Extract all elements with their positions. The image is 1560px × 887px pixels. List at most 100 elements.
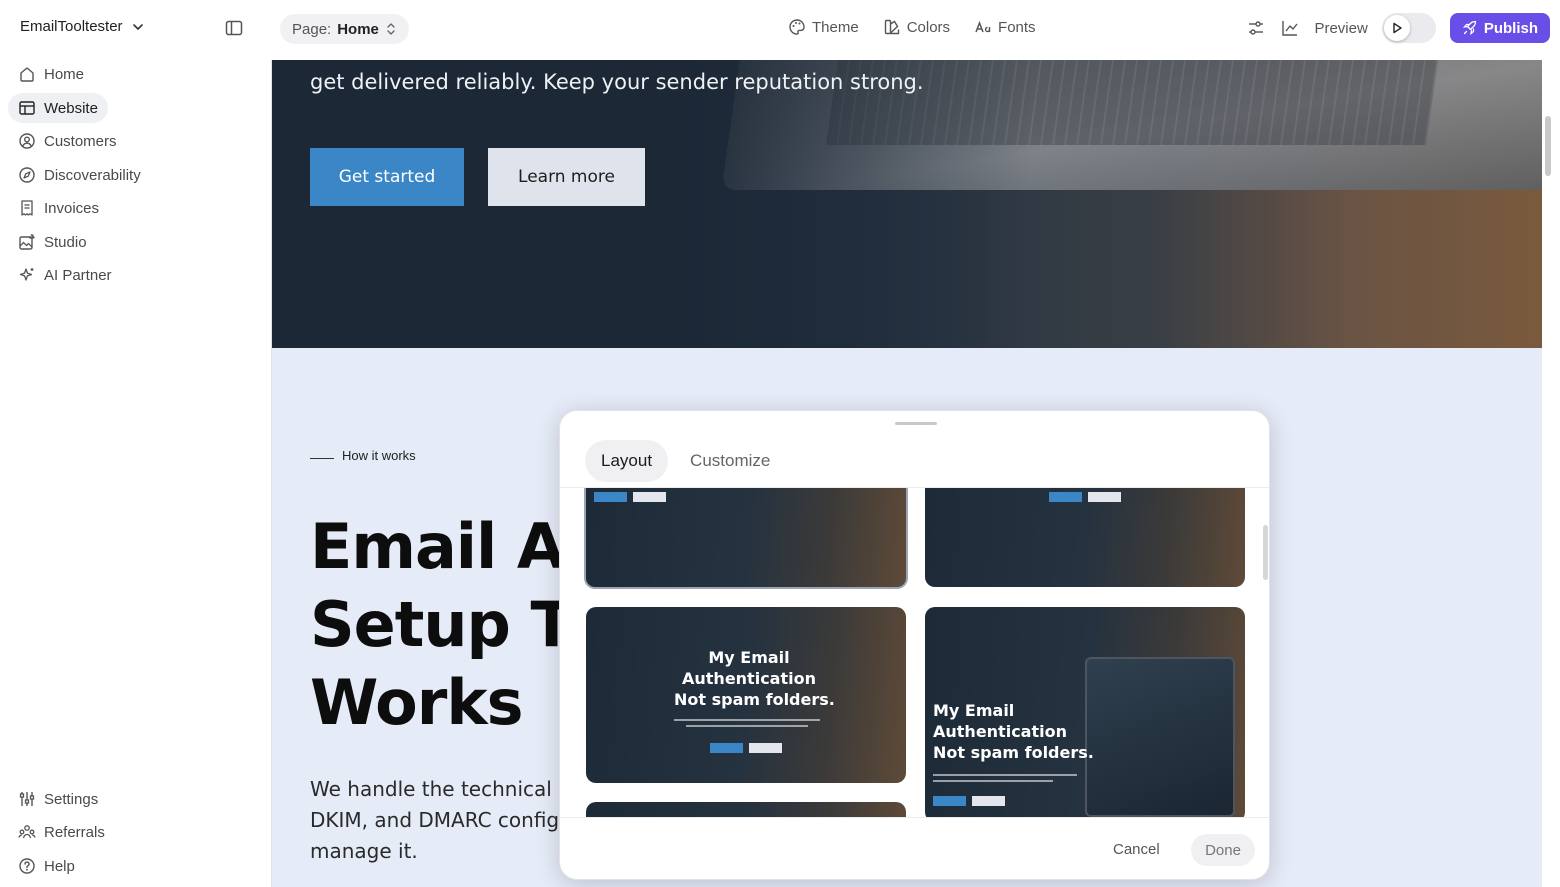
layout-option[interactable]: My Email Authentication Not spam folders… xyxy=(586,607,906,783)
thumb-title-line: My Email xyxy=(708,648,790,667)
swatch-icon xyxy=(883,18,901,36)
layout-option-subtext xyxy=(686,725,808,727)
layout-option-primary xyxy=(933,796,966,806)
thumb-title-line: My Email xyxy=(933,701,1015,720)
hero-lead-text: get delivered reliably. Keep your sender… xyxy=(310,70,924,94)
sidebar-item-label: Studio xyxy=(44,233,87,251)
sidebar-item-website[interactable]: Website xyxy=(8,93,108,123)
sidebar-item-ai-partner[interactable]: AI Partner xyxy=(8,260,122,290)
sidebar-item-label: Discoverability xyxy=(44,166,141,184)
receipt-icon xyxy=(18,199,36,217)
settings-sliders-icon[interactable] xyxy=(1246,18,1266,38)
sidebar: Home Website Customers Discoverability I… xyxy=(0,58,262,887)
top-right-actions: Preview Publish xyxy=(1246,13,1550,43)
compass-icon xyxy=(18,166,36,184)
page-selector-prefix: Page: xyxy=(292,20,332,38)
sidebar-item-label: Referrals xyxy=(44,823,105,841)
sidebar-item-label: AI Partner xyxy=(44,266,112,284)
tab-customize[interactable]: Customize xyxy=(674,440,786,482)
sheet-footer: Cancel Done xyxy=(560,817,1269,879)
layout-option-title: My Email Authentication Not spam folders… xyxy=(933,700,1094,763)
fonts-label: Fonts xyxy=(998,18,1036,36)
sidebar-item-help[interactable]: Help xyxy=(8,851,85,881)
thumb-title-line: Not spam folders. xyxy=(674,690,835,709)
sidebar-item-referrals[interactable]: Referrals xyxy=(8,817,115,847)
sidebar-item-invoices[interactable]: Invoices xyxy=(8,193,109,223)
sidebar-toggle-icon[interactable] xyxy=(224,18,244,38)
preview-label: Preview xyxy=(1314,19,1368,37)
layout-option-buttons xyxy=(933,796,1005,806)
sliders-icon xyxy=(18,790,36,808)
layout-option-subtext xyxy=(933,774,1077,776)
sidebar-item-label: Settings xyxy=(44,790,99,808)
layout-option-primary xyxy=(1049,492,1082,502)
sparkle-icon xyxy=(18,266,36,284)
sidebar-item-customers[interactable]: Customers xyxy=(8,126,127,156)
publish-button[interactable]: Publish xyxy=(1449,13,1550,43)
layout-option-primary xyxy=(594,492,627,502)
layout-option[interactable] xyxy=(925,488,1245,587)
layout-options-grid: My Email Authentication Not spam folders… xyxy=(560,488,1269,817)
layout-option-buttons xyxy=(1049,492,1121,502)
section-eyebrow: How it works xyxy=(310,448,416,463)
eyebrow-rule xyxy=(310,458,334,459)
help-circle-icon xyxy=(18,857,36,875)
layout-option-title: My Email Authentication Not spam folders… xyxy=(674,647,835,710)
canvas-scrollbar[interactable] xyxy=(1545,116,1551,176)
sidebar-item-home[interactable]: Home xyxy=(8,59,94,89)
layout-option[interactable]: My Email Authentication Not spam folders… xyxy=(925,607,1245,817)
user-circle-icon xyxy=(18,132,36,150)
chevron-up-down-icon xyxy=(385,22,397,36)
publish-label: Publish xyxy=(1483,19,1538,37)
thumb-title-line: Authentication xyxy=(933,722,1067,741)
get-started-button[interactable]: Get started xyxy=(310,148,464,206)
chevron-down-icon xyxy=(131,20,145,34)
sidebar-item-label: Help xyxy=(44,857,75,875)
layout-option-secondary xyxy=(633,492,666,502)
sidebar-item-discoverability[interactable]: Discoverability xyxy=(8,160,151,190)
font-icon xyxy=(974,18,992,36)
layout-option-buttons xyxy=(594,492,666,502)
users-icon xyxy=(18,823,36,841)
sidebar-item-settings[interactable]: Settings xyxy=(8,784,108,814)
home-icon xyxy=(18,65,36,83)
layout-option[interactable] xyxy=(586,802,906,817)
drag-handle[interactable] xyxy=(895,422,937,425)
learn-more-button[interactable]: Learn more xyxy=(488,148,645,206)
done-button[interactable]: Done xyxy=(1191,834,1255,866)
sidebar-item-studio[interactable]: Studio xyxy=(8,227,97,257)
top-bar: EmailTooltester Page: Home Theme Colors xyxy=(0,0,1560,58)
image-edit-icon xyxy=(18,233,36,251)
colors-label: Colors xyxy=(906,18,951,36)
cancel-button[interactable]: Cancel xyxy=(1113,841,1160,858)
tab-layout[interactable]: Layout xyxy=(585,440,669,482)
sidebar-item-label: Invoices xyxy=(44,199,100,217)
play-icon xyxy=(1383,15,1410,41)
analytics-chart-icon[interactable] xyxy=(1280,18,1300,38)
preview-toggle[interactable] xyxy=(1381,13,1436,43)
layout-option-secondary xyxy=(1088,492,1121,502)
page-selector-value: Home xyxy=(337,20,379,38)
layout-option-subtext xyxy=(933,780,1053,782)
options-scrollbar[interactable] xyxy=(1263,525,1268,580)
theme-button[interactable]: Theme xyxy=(788,18,859,36)
layout-option-laptop-screen xyxy=(1085,657,1235,817)
colors-button[interactable]: Colors xyxy=(883,18,950,36)
layout-option-secondary xyxy=(972,796,1005,806)
thumb-title-line: Authentication xyxy=(682,669,816,688)
fonts-button[interactable]: Fonts xyxy=(974,18,1036,36)
thumb-title-line: Not spam folders. xyxy=(933,743,1094,762)
sidebar-item-label: Customers xyxy=(44,132,117,150)
page-selector[interactable]: Page: Home xyxy=(280,14,409,44)
design-tools: Theme Colors Fonts xyxy=(788,18,1036,36)
sidebar-item-label: Home xyxy=(44,65,85,83)
eyebrow-text: How it works xyxy=(342,448,416,463)
layout-option[interactable] xyxy=(584,488,908,589)
hero-section[interactable]: get delivered reliably. Keep your sender… xyxy=(272,60,1542,348)
sheet-tabs: Layout Customize xyxy=(585,440,786,482)
palette-icon xyxy=(788,18,806,36)
section-layout-sheet: Layout Customize My Email Authentication… xyxy=(559,410,1270,880)
sidebar-item-label: Website xyxy=(44,99,98,117)
brand-name: EmailTooltester xyxy=(20,18,123,35)
brand-switcher[interactable]: EmailTooltester xyxy=(20,18,145,35)
